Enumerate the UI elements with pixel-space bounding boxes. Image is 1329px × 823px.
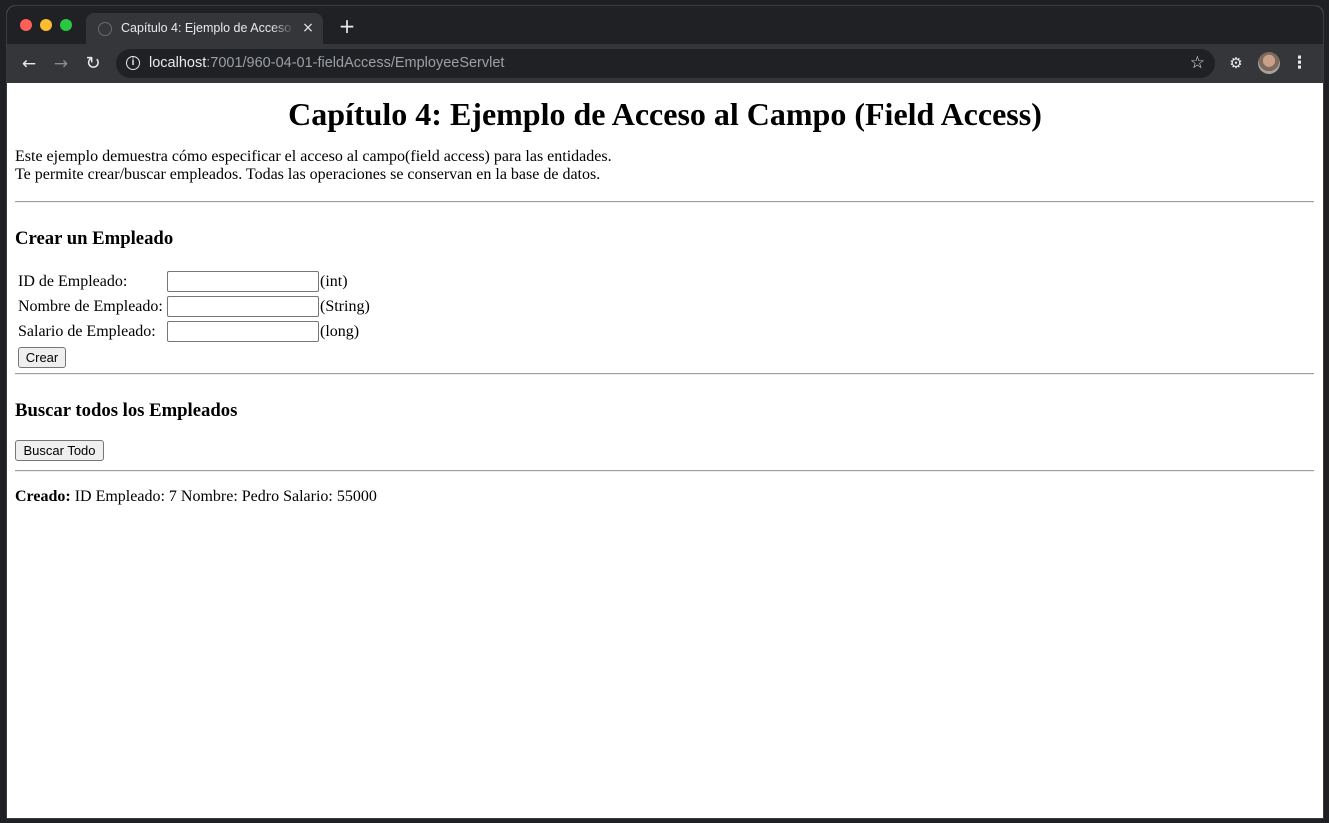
back-icon[interactable]: ← bbox=[19, 54, 39, 74]
browser-menu-icon[interactable]: ⋮ bbox=[1291, 53, 1308, 73]
new-tab-icon[interactable]: + bbox=[337, 16, 357, 36]
divider bbox=[15, 373, 1314, 375]
globe-icon bbox=[98, 22, 112, 36]
result-message: Creado: ID Empleado: 7 Nombre: Pedro Sal… bbox=[15, 488, 377, 506]
tab-strip: Capítulo 4: Ejemplo de Acceso al Campo (… bbox=[7, 6, 1323, 44]
employee-salary-label: Salario de Empleado: bbox=[18, 323, 156, 340]
employee-id-input[interactable] bbox=[167, 271, 319, 292]
bookmark-star-icon[interactable]: ☆ bbox=[1190, 53, 1205, 73]
employee-salary-input[interactable] bbox=[167, 321, 319, 342]
minimize-window-icon[interactable] bbox=[40, 19, 52, 31]
browser-toolbar: ← → ↻ i localhost:7001/960-04-01-fieldAc… bbox=[7, 44, 1323, 83]
tab-title-fade bbox=[271, 19, 295, 39]
employee-name-input[interactable] bbox=[167, 296, 319, 317]
profile-avatar[interactable] bbox=[1258, 52, 1280, 74]
create-button[interactable]: Crear bbox=[18, 347, 66, 368]
reload-icon[interactable]: ↻ bbox=[83, 54, 103, 74]
employee-id-type: (int) bbox=[320, 273, 348, 290]
tab-title: Capítulo 4: Ejemplo de Acceso al Campo (… bbox=[121, 21, 293, 35]
create-section-heading: Crear un Empleado bbox=[15, 228, 174, 249]
divider bbox=[15, 470, 1314, 472]
page-title: Capítulo 4: Ejemplo de Acceso al Campo (… bbox=[288, 96, 1042, 132]
url-host: localhost bbox=[149, 55, 207, 71]
employee-salary-type: (long) bbox=[320, 323, 360, 340]
description-line-2: Te permite crear/buscar empleados. Todas… bbox=[15, 166, 601, 183]
forward-icon[interactable]: → bbox=[51, 54, 71, 74]
result-prefix: Creado: bbox=[15, 488, 71, 505]
browser-window: Capítulo 4: Ejemplo de Acceso al Campo (… bbox=[7, 6, 1323, 818]
description-line-1: Este ejemplo demuestra cómo especificar … bbox=[15, 148, 612, 165]
divider bbox=[15, 201, 1314, 203]
employee-name-label: Nombre de Empleado: bbox=[18, 298, 163, 315]
url-path: :7001/960-04-01-fieldAccess/EmployeeServ… bbox=[206, 55, 505, 71]
employee-name-type: (String) bbox=[320, 298, 370, 315]
page-description: Este ejemplo demuestra cómo especificar … bbox=[15, 148, 612, 184]
employee-id-label: ID de Empleado: bbox=[18, 273, 128, 290]
page-content: Capítulo 4: Ejemplo de Acceso al Campo (… bbox=[7, 83, 1323, 818]
find-section-heading: Buscar todos los Empleados bbox=[15, 400, 238, 421]
find-all-button[interactable]: Buscar Todo bbox=[15, 440, 104, 461]
close-tab-icon[interactable]: × bbox=[300, 20, 316, 36]
close-window-icon[interactable] bbox=[20, 19, 32, 31]
address-bar[interactable]: i localhost:7001/960-04-01-fieldAccess/E… bbox=[116, 49, 1215, 78]
url-text[interactable]: localhost:7001/960-04-01-fieldAccess/Emp… bbox=[149, 55, 504, 73]
site-info-icon[interactable]: i bbox=[126, 56, 140, 70]
maximize-window-icon[interactable] bbox=[60, 19, 72, 31]
extensions-puzzle-icon[interactable]: ⚙ bbox=[1228, 55, 1244, 71]
browser-tab[interactable]: Capítulo 4: Ejemplo de Acceso al Campo (… bbox=[86, 13, 323, 44]
result-text: ID Empleado: 7 Nombre: Pedro Salario: 55… bbox=[70, 488, 377, 505]
